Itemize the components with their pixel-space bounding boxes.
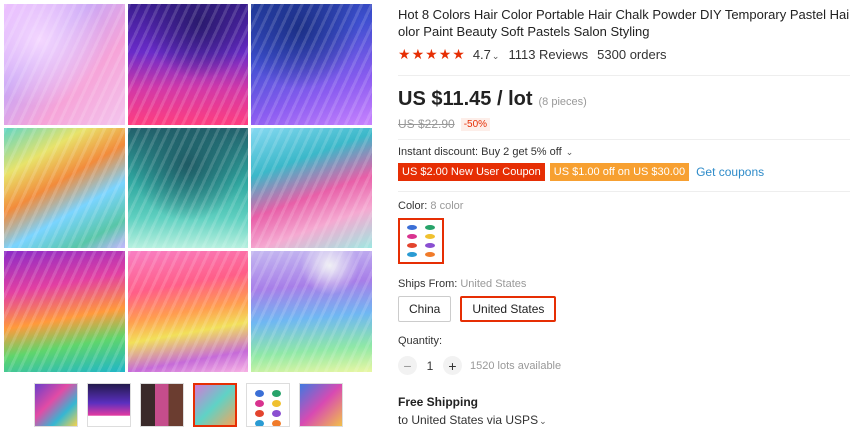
price-row: US $11.45 / lot (8 pieces) (398, 88, 858, 111)
new-user-coupon[interactable]: US $2.00 New User Coupon (398, 163, 545, 181)
star-icon: ★ (411, 46, 425, 62)
ships-from-label: Ships From: United States (398, 278, 858, 290)
instant-discount-text: Instant discount: Buy 2 get 5% off (398, 146, 562, 158)
hair-photo-5 (127, 127, 249, 249)
rating-score[interactable]: 4.7⌄ (473, 47, 500, 62)
product-info-panel: Hot 8 Colors Hair Color Portable Hair Ch… (398, 0, 858, 427)
chevron-down-icon: ⌄ (565, 147, 574, 157)
color-value: 8 color (430, 200, 464, 212)
hair-photo-4 (4, 127, 125, 249)
thumbnail-strip (34, 383, 343, 427)
orders-count: 5300 orders (597, 47, 667, 62)
hair-photo-2 (127, 4, 249, 125)
discount-badge: -50% (460, 117, 491, 131)
color-label: Color: 8 color (398, 200, 858, 212)
star-icon: ★ (452, 46, 465, 62)
ships-from-value: United States (460, 278, 527, 290)
main-product-image[interactable] (4, 4, 372, 372)
current-price: US $11.45 / lot (398, 88, 533, 110)
original-price: US $22.90 (398, 117, 455, 131)
chevron-down-icon: ⌄ (491, 51, 500, 61)
thumbnail-4[interactable] (193, 383, 237, 427)
star-icon: ★ (438, 46, 452, 62)
hair-photo-6 (251, 127, 372, 249)
ships-from-united-states[interactable]: United States (460, 296, 557, 322)
store-coupon[interactable]: US $1.00 off on US $30.00 (549, 163, 690, 181)
ships-from-china[interactable]: China (398, 296, 452, 322)
ships-from-label-text: Ships From: (398, 278, 458, 290)
thumbnail-1[interactable] (34, 383, 78, 427)
quantity-decrease-button[interactable]: − (398, 356, 417, 375)
quantity-increase-button[interactable]: + (443, 356, 462, 375)
thumbnail-5[interactable] (246, 383, 290, 427)
thumbnail-6[interactable] (299, 383, 343, 427)
shipping-destination-text: to United States via USPS (398, 413, 539, 427)
quantity-input[interactable]: 1 (417, 359, 443, 373)
divider (398, 75, 850, 76)
product-title: Hot 8 Colors Hair Color Portable Hair Ch… (398, 6, 850, 40)
coupon-row: US $2.00 New User Coupon US $1.00 off on… (398, 163, 858, 181)
hair-photo-9 (251, 251, 372, 372)
hair-photo-3 (251, 4, 372, 125)
hair-photo-7 (4, 251, 125, 372)
divider (398, 191, 850, 192)
divider (398, 139, 850, 140)
rating-value: 4.7 (472, 47, 491, 62)
quantity-label: Quantity: (398, 335, 443, 347)
rating-row: ★ ★ ★ ★ ★ 4.7⌄ 1113 Reviews 5300 orders (398, 46, 858, 63)
chevron-down-icon: ⌄ (539, 416, 547, 426)
star-rating[interactable]: ★ ★ ★ ★ ★ (398, 46, 465, 63)
star-icon: ★ (425, 46, 438, 62)
pieces-per-lot: (8 pieces) (538, 96, 587, 108)
color-swatch-8-color[interactable] (398, 218, 444, 264)
product-title-line-2: olor Paint Beauty Soft Pastels Salon Sty… (398, 24, 650, 39)
original-price-row: US $22.90 -50% (398, 117, 858, 131)
lots-available: 1520 lots available (470, 359, 562, 372)
hair-photo-8 (127, 251, 249, 372)
chalk-dots-graphic (404, 224, 438, 258)
instant-discount[interactable]: Instant discount: Buy 2 get 5% off ⌄ (398, 146, 858, 158)
shipping-destination[interactable]: to United States via USPS⌄ (398, 413, 858, 427)
reviews-link[interactable]: 1113 Reviews (508, 47, 588, 62)
shipping-title: Free Shipping (398, 395, 479, 409)
get-coupons-link[interactable]: Get coupons (696, 165, 764, 179)
thumbnail-2[interactable] (87, 383, 131, 427)
star-icon: ★ (398, 46, 411, 62)
ships-from-options: China United States (398, 296, 858, 322)
thumbnail-3[interactable] (140, 383, 184, 427)
quantity-stepper: − 1 + 1520 lots available (398, 356, 858, 375)
color-label-text: Color: (398, 200, 428, 212)
product-title-line-1: Hot 8 Colors Hair Color Portable Hair Ch… (398, 7, 850, 22)
chalk-dots-graphic (253, 390, 283, 426)
hair-photo-1 (4, 4, 125, 125)
